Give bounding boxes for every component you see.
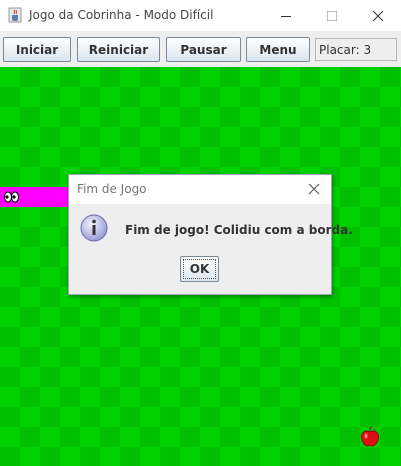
game-over-dialog: Fim de Jogo Fim de jogo! Colidiu com a b… bbox=[68, 174, 353, 295]
start-button[interactable]: Iniciar bbox=[3, 37, 71, 62]
window-title: Jogo da Cobrinha - Modo Difícil bbox=[29, 8, 214, 22]
minimize-icon bbox=[281, 15, 291, 17]
ok-button[interactable]: OK bbox=[180, 256, 219, 282]
restart-button[interactable]: Reiniciar bbox=[77, 37, 160, 62]
close-icon[interactable] bbox=[305, 180, 323, 198]
minimize-button[interactable] bbox=[263, 0, 309, 31]
menu-button[interactable]: Menu bbox=[246, 37, 310, 62]
info-icon bbox=[80, 214, 108, 242]
dialog-message: Fim de jogo! Colidiu com a borda. bbox=[125, 223, 353, 237]
toolbar: Iniciar Reiniciar Pausar Menu Placar: 3 bbox=[0, 31, 401, 67]
snake-head-eyes-icon bbox=[0, 187, 22, 207]
java-cup-icon bbox=[8, 7, 22, 23]
title-bar: Jogo da Cobrinha - Modo Difícil bbox=[0, 0, 401, 31]
close-icon bbox=[372, 10, 384, 21]
dialog-title: Fim de Jogo bbox=[77, 182, 147, 196]
game-window: Jogo da Cobrinha - Modo Difícil Iniciar … bbox=[0, 0, 401, 466]
close-button[interactable] bbox=[355, 0, 401, 31]
maximize-icon bbox=[327, 10, 337, 21]
pause-button[interactable]: Pausar bbox=[166, 37, 241, 62]
score-display: Placar: 3 bbox=[315, 38, 397, 61]
maximize-button[interactable] bbox=[309, 0, 355, 31]
apple-icon bbox=[361, 426, 379, 447]
dialog-title-bar: Fim de Jogo bbox=[69, 175, 331, 204]
